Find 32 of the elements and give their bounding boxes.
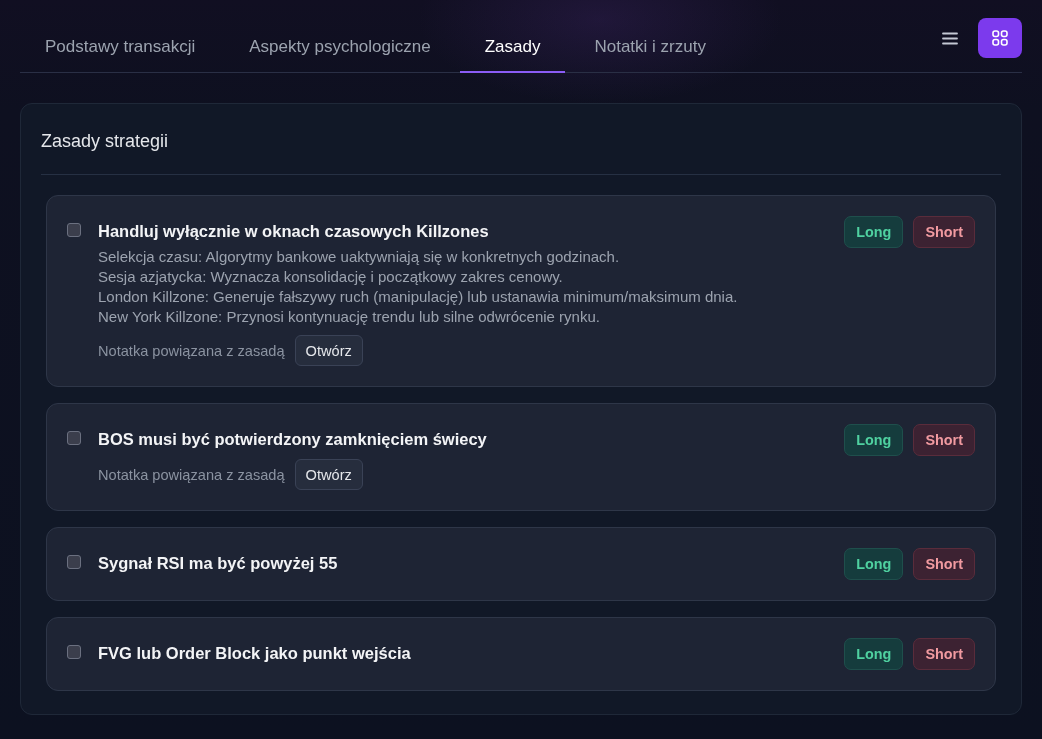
rule-title: BOS musi być potwierdzony zamknięciem świecy xyxy=(98,429,488,450)
short-button[interactable]: Short xyxy=(913,424,975,456)
open-note-button[interactable]: Otwórz xyxy=(294,335,363,366)
checkbox[interactable] xyxy=(67,555,81,569)
tab[interactable]: Aspekty psychologiczne xyxy=(224,23,456,73)
tab[interactable]: Notatki i zrzuty xyxy=(569,23,731,73)
checkbox[interactable] xyxy=(67,645,81,659)
grid-view-button[interactable] xyxy=(978,18,1022,58)
short-button[interactable]: Short xyxy=(913,216,975,248)
long-button[interactable]: Long xyxy=(844,638,904,670)
rule-description-line: Selekcja czasu: Algorytmy bankowe uaktywniają się w konkretnych godzinach. xyxy=(98,247,621,267)
long-button[interactable]: Long xyxy=(844,216,904,248)
grid-icon xyxy=(992,30,1008,46)
rule-description-line: London Killzone: Generuje fałszywy ruch (manipulację) lub ustanawia minimum/maksimum dnia. xyxy=(98,287,739,307)
panel-title: Zasady strategii xyxy=(41,130,170,153)
short-button[interactable]: Short xyxy=(913,548,975,580)
rule-title: Sygnał RSI ma być powyżej 55 xyxy=(98,553,339,574)
checkbox[interactable] xyxy=(67,223,81,237)
open-note-button[interactable]: Otwórz xyxy=(294,459,363,490)
menu-icon xyxy=(942,31,958,45)
rule-title: Handluj wyłącznie w oknach czasowych Killzones xyxy=(98,221,490,242)
note-label: Notatka powiązana z zasadą xyxy=(98,342,285,359)
rule-description-line: Sesja azjatycka: Wyznacza konsolidację i początkowy zakres cenowy. xyxy=(98,267,564,287)
tab[interactable]: Podstawy transakcji xyxy=(20,23,221,73)
note-label: Notatka powiązana z zasadą xyxy=(98,466,285,483)
rule-title: FVG lub Order Block jako punkt wejścia xyxy=(98,643,412,664)
long-button[interactable]: Long xyxy=(844,548,904,580)
long-button[interactable]: Long xyxy=(844,424,904,456)
rule-description-line: New York Killzone: Przynosi kontynuację trendu lub silne odwrócenie rynku. xyxy=(98,307,601,327)
tab[interactable]: Zasady xyxy=(459,23,566,73)
short-button[interactable]: Short xyxy=(913,638,975,670)
checkbox[interactable] xyxy=(67,431,81,445)
